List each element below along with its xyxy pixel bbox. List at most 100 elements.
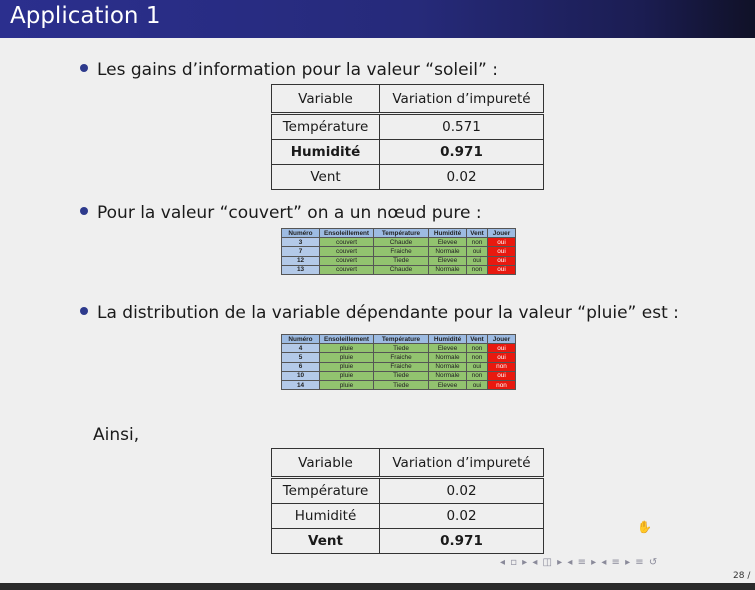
table-cell: 10 — [281, 370, 320, 381]
table-cell: non — [466, 343, 488, 354]
data-header-cell: Jouer — [487, 227, 516, 239]
cell-value: 0.971 — [379, 528, 544, 554]
bullet-couvert-text: Pour la valeur “couvert” on a un nœud pu… — [97, 203, 482, 223]
table-cell: couvert — [319, 237, 374, 248]
data-header-cell: Température — [373, 333, 429, 345]
bullet-dot — [80, 307, 88, 315]
header-variable: Variable — [271, 84, 380, 114]
cell-variable: Vent — [271, 164, 380, 190]
cell-value: 0.571 — [379, 112, 544, 140]
table-cell: Fraiche — [373, 352, 429, 363]
cell-variable: Température — [271, 112, 380, 140]
table-row: 7 couvert Fraiche Normale oui oui — [281, 246, 516, 257]
cell-variable: Température — [271, 476, 380, 504]
table-cell: pluie — [319, 379, 374, 391]
table-cell: 6 — [281, 361, 320, 372]
table-cell: Normale — [428, 361, 467, 372]
table-cell: oui — [466, 246, 488, 257]
table-cell: 7 — [281, 246, 320, 257]
bullet-pluie: La distribution de la variable dépendant… — [80, 303, 679, 323]
page-number: 28 / — [733, 571, 751, 581]
table-cell: non — [466, 352, 488, 363]
table-cell: oui — [487, 352, 516, 363]
cell-variable: Vent — [271, 528, 380, 554]
table-cell: Elevee — [428, 255, 467, 266]
table-row: 5 pluie Fraiche Normale non oui — [281, 352, 516, 363]
table-cell: Normale — [428, 352, 467, 363]
bullet-dot — [80, 207, 88, 215]
table-cell: couvert — [319, 264, 374, 275]
cell-value: 0.02 — [379, 476, 544, 504]
data-header-cell: Ensoleillement — [319, 227, 374, 239]
hand-cursor-icon: ✋ — [637, 520, 652, 534]
data-header-cell: Jouer — [487, 333, 516, 345]
table-row: 13 couvert Chaude Normale non oui — [281, 264, 516, 275]
table-cell: Tiede — [373, 343, 429, 354]
table-cell: Fraiche — [373, 246, 429, 257]
table-row: 3 couvert Chaude Elevee non oui — [281, 237, 516, 248]
table-cell: Elevee — [428, 237, 467, 248]
table-cell: pluie — [319, 370, 374, 381]
data-header-cell: Humidité — [428, 227, 467, 239]
table-cell: oui — [487, 255, 516, 266]
table-cell: oui — [487, 370, 516, 381]
bullet-pluie-text: La distribution de la variable dépendant… — [97, 303, 679, 323]
table-cell: non — [466, 237, 488, 248]
ainsi-label: Ainsi, — [93, 425, 140, 445]
data-header-row: Numéro Ensoleillement Température Humidité V… — [281, 227, 516, 239]
data-header-cell: Température — [373, 227, 429, 239]
table-couvert-data: Numéro Ensoleillement Température Humidité V… — [281, 227, 516, 275]
table-cell: Normale — [428, 370, 467, 381]
bottom-bar — [0, 583, 755, 590]
table-cell: Tiede — [373, 370, 429, 381]
table-cell: oui — [466, 379, 488, 391]
table-cell: non — [487, 361, 516, 372]
table-cell: oui — [487, 343, 516, 354]
cell-value: 0.02 — [379, 164, 544, 190]
table-cell: Fraiche — [373, 361, 429, 372]
data-header-cell: Vent — [466, 227, 488, 239]
table-cell: couvert — [319, 246, 374, 257]
table-row: 4 pluie Tiede Elevee non oui — [281, 343, 516, 354]
data-header-cell: Vent — [466, 333, 488, 345]
bullet-soleil: Les gains d’information pour la valeur “… — [80, 60, 498, 80]
table-cell: Tiede — [373, 255, 429, 266]
table-cell: pluie — [319, 361, 374, 372]
slide-title: Application 1 — [10, 3, 161, 29]
bullet-dot — [80, 64, 88, 72]
data-header-row: Numéro Ensoleillement Température Humidité V… — [281, 333, 516, 345]
table-cell: 3 — [281, 237, 320, 248]
table-cell: non — [487, 379, 516, 391]
table-cell: Normale — [428, 246, 467, 257]
table-cell: oui — [487, 264, 516, 275]
cell-variable: Humidité — [271, 139, 380, 165]
table-cell: non — [466, 370, 488, 381]
table-cell: Chaude — [373, 264, 429, 275]
table-cell: non — [466, 264, 488, 275]
table-pluie-data: Numéro Ensoleillement Température Humidité V… — [281, 333, 516, 391]
table-cell: Normale — [428, 264, 467, 275]
table-cell: couvert — [319, 255, 374, 266]
data-header-cell: Numéro — [281, 227, 320, 239]
table-cell: 13 — [281, 264, 320, 275]
data-header-cell: Numéro — [281, 333, 320, 345]
table-cell: 12 — [281, 255, 320, 266]
header-variation: Variation d’impureté — [379, 448, 544, 478]
table-row: 12 couvert Tiede Elevee oui oui — [281, 255, 516, 266]
table-cell: Elevee — [428, 343, 467, 354]
table-cell: Chaude — [373, 237, 429, 248]
table-cell: 14 — [281, 379, 320, 391]
table-row: 6 pluie Fraiche Normale oui non — [281, 361, 516, 372]
table-cell: oui — [466, 361, 488, 372]
table-pluie-gain: Variable Variation d’impureté Températur… — [271, 448, 544, 554]
table-soleil-gain: Variable Variation d’impureté Températur… — [271, 84, 544, 190]
table-cell: Elevee — [428, 379, 467, 391]
bullet-couvert: Pour la valeur “couvert” on a un nœud pu… — [80, 203, 482, 223]
cell-variable: Humidité — [271, 503, 380, 529]
table-cell: oui — [466, 255, 488, 266]
table-cell: Tiede — [373, 379, 429, 391]
header-variable: Variable — [271, 448, 380, 478]
header-variation: Variation d’impureté — [379, 84, 544, 114]
beamer-navigation[interactable]: ◂ ▫ ▸ ◂ ◫ ▸ ◂ ≡ ▸ ◂ ≡ ▸ ≡ ↺ — [500, 557, 658, 568]
table-cell: 5 — [281, 352, 320, 363]
